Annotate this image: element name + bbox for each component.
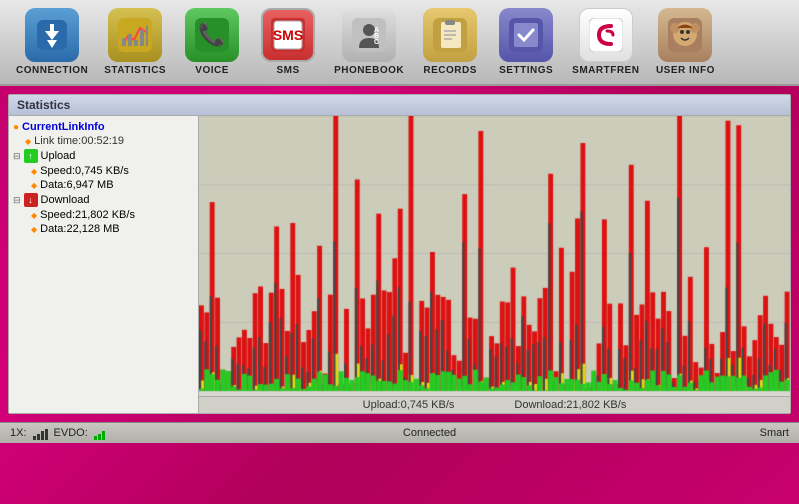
upload-data: ◆ Data:6,947 MB [9,178,198,192]
records-label: RECORDS [423,65,477,76]
toolbar-userinfo[interactable]: USER INFO [649,6,721,78]
bar4 [45,429,48,440]
expand-arrow: ● [13,122,19,133]
toolbar-records[interactable]: RECORDS [414,6,486,78]
svg-text:SMS: SMS [273,27,303,43]
svg-text:C: C [374,39,379,46]
signal-bars-evdo [94,426,105,440]
bar1 [33,436,36,440]
toolbar: CONNECTION STATISTICS 📞 VOICE [0,0,799,86]
stats-panel: Statistics ● CurrentLinkInfo ◆ Link time… [8,94,791,414]
connection-label: CONNECTION [16,65,88,76]
toolbar-statistics[interactable]: STATISTICS [98,6,172,78]
sms-icon: SMS [261,8,315,62]
toolbar-sms[interactable]: SMS SMS [252,6,324,78]
evdo-bar3 [102,431,105,440]
upload-footer-label: Upload:0,745 KB/s [363,399,455,411]
toolbar-settings[interactable]: SETTINGS [490,6,562,78]
chart-area: 59,744 KB/s Upload:0,745 KB/s Download:2… [199,116,790,413]
statistics-label: STATISTICS [104,65,166,76]
signal-bars-1x [33,426,48,440]
upload-section[interactable]: ⊟ ↑ Upload [9,148,198,164]
connection-icon [25,8,79,62]
sms-label: SMS [277,65,300,76]
evdo-bar1 [94,436,97,440]
toolbar-smartfren[interactable]: SMARTFREN [566,6,645,78]
status-bar: 1X: EVDO: Connected Smart [0,422,799,443]
download-speed: ◆ Speed:21,802 KB/s [9,208,198,222]
toolbar-phonebook[interactable]: A B C PHONEBOOK [328,6,410,78]
phonebook-label: PHONEBOOK [334,65,404,76]
current-link-info[interactable]: ● CurrentLinkInfo [9,120,198,134]
userinfo-icon [658,8,712,62]
signal-1x-label: 1X: [10,427,27,439]
smartfren-icon [579,8,633,62]
status-left: 1X: EVDO: [10,426,190,440]
voice-icon: 📞 [185,8,239,62]
bar3 [41,431,44,440]
left-panel: ● CurrentLinkInfo ◆ Link time:00:52:19 ⊟… [9,116,199,413]
phonebook-icon: A B C [342,8,396,62]
evdo-label: EVDO: [54,427,88,439]
statistics-icon [108,8,162,62]
download-data: ◆ Data:22,128 MB [9,222,198,236]
chart-canvas [199,116,790,413]
stats-body: ● CurrentLinkInfo ◆ Link time:00:52:19 ⊟… [9,116,790,413]
upload-speed: ◆ Speed:0,745 KB/s [9,164,198,178]
voice-label: VOICE [195,65,229,76]
records-icon [423,8,477,62]
toolbar-voice[interactable]: 📞 VOICE [176,6,248,78]
link-time-item: ◆ Link time:00:52:19 [9,134,198,148]
download-section[interactable]: ⊟ ↓ Download [9,192,198,208]
toolbar-connection[interactable]: CONNECTION [10,6,94,78]
settings-icon [499,8,553,62]
bar2 [37,434,40,440]
stats-header: Statistics [9,95,790,116]
svg-text:📞: 📞 [198,20,226,47]
evdo-bar2 [98,434,101,440]
chart-footer: Upload:0,745 KB/s Download:21,802 KB/s [199,396,790,413]
userinfo-label: USER INFO [656,65,715,76]
status-brand: Smart [669,427,789,439]
status-connected: Connected [190,427,669,439]
settings-label: SETTINGS [499,65,553,76]
download-footer-label: Download:21,802 KB/s [514,399,626,411]
smartfren-label: SMARTFREN [572,65,639,76]
